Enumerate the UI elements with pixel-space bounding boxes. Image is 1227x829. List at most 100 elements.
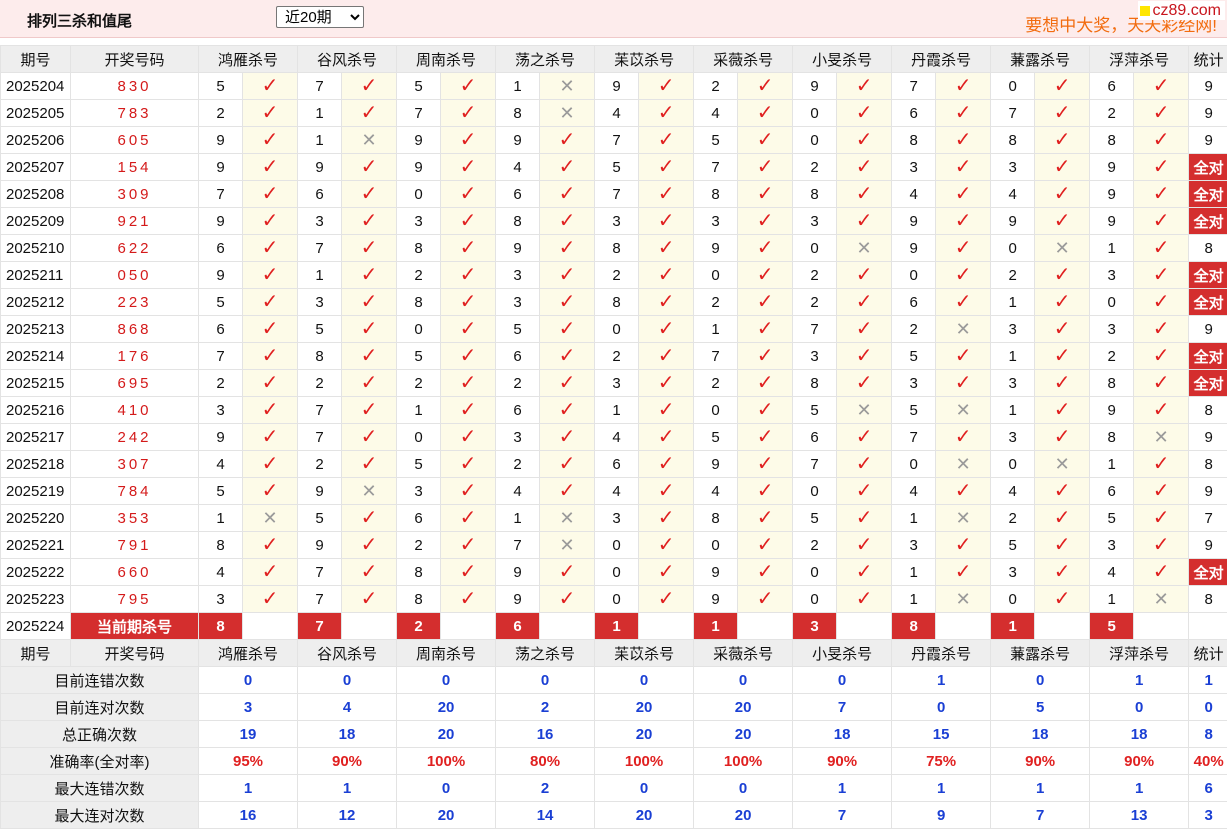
issue-cell: 2025223 (1, 586, 71, 613)
kill-number-cell: 4 (199, 559, 243, 586)
result-mark-cell: ✓ (1134, 451, 1189, 478)
result-mark-cell: ✓ (441, 127, 496, 154)
current-kill-number: 5 (1090, 613, 1134, 640)
result-mark-cell: ✓ (837, 154, 892, 181)
stats-value: 14 (496, 802, 595, 829)
kill-number-cell: 0 (793, 100, 837, 127)
result-mark-cell: ✓ (342, 181, 397, 208)
result-mark-cell: ✓ (1035, 343, 1090, 370)
stats-value: 20 (397, 802, 496, 829)
result-mark-cell: ✕ (936, 586, 991, 613)
check-icon: ✓ (1054, 345, 1071, 367)
brand-badge[interactable]: cz89.com (1138, 1, 1225, 20)
col-header-issue: 期号 (1, 46, 71, 73)
result-mark-cell: ✓ (342, 235, 397, 262)
table-row: 20252099219✓3✓3✓8✓3✓3✓3✓9✓9✓9✓全对 (1, 208, 1227, 235)
result-mark-cell: ✓ (837, 289, 892, 316)
check-icon: ✓ (460, 102, 477, 124)
check-icon: ✓ (757, 561, 774, 583)
result-mark-cell: ✓ (738, 316, 793, 343)
kill-number-cell: 8 (595, 289, 639, 316)
issue-cell: 2025217 (1, 424, 71, 451)
check-icon: ✓ (1054, 507, 1071, 529)
kill-number-cell: 0 (793, 478, 837, 505)
result-mark-cell: ✕ (540, 532, 595, 559)
result-mark-cell: ✓ (540, 370, 595, 397)
result-mark-cell: ✓ (1134, 559, 1189, 586)
check-icon: ✓ (1054, 372, 1071, 394)
stats-value: 20 (397, 694, 496, 721)
check-icon: ✓ (559, 210, 576, 232)
result-mark-cell: ✓ (441, 208, 496, 235)
kill-number-cell: 2 (595, 262, 639, 289)
col-header-draw: 开奖号码 (71, 46, 199, 73)
col-header-expert: 浮萍杀号 (1090, 46, 1189, 73)
kill-number-cell: 2 (496, 370, 540, 397)
check-icon: ✓ (757, 291, 774, 313)
kill-number-cell: 6 (1090, 478, 1134, 505)
current-kill-number: 1 (694, 613, 738, 640)
result-mark-cell: ✓ (837, 208, 892, 235)
kill-number-cell: 1 (892, 586, 936, 613)
result-mark-cell: ✓ (342, 316, 397, 343)
result-mark-cell: ✓ (540, 424, 595, 451)
check-icon: ✓ (955, 129, 972, 151)
kill-number-cell: 5 (397, 73, 441, 100)
kill-number-cell: 8 (991, 127, 1035, 154)
check-icon: ✓ (262, 291, 279, 313)
kill-number-cell: 7 (298, 235, 342, 262)
stats-total: 0 (1189, 694, 1227, 721)
kill-number-cell: 1 (595, 397, 639, 424)
kill-number-cell: 3 (1090, 262, 1134, 289)
result-mark-cell: ✓ (540, 559, 595, 586)
kill-number-cell: 0 (892, 262, 936, 289)
cross-icon: ✕ (560, 103, 575, 123)
result-mark-cell: ✓ (540, 478, 595, 505)
result-mark-cell: ✓ (243, 532, 298, 559)
check-icon: ✓ (658, 129, 675, 151)
stats-value: 20 (397, 721, 496, 748)
check-icon: ✓ (757, 75, 774, 97)
result-mark-cell: ✓ (837, 505, 892, 532)
kill-number-cell: 8 (595, 235, 639, 262)
check-icon: ✓ (955, 480, 972, 502)
cross-icon: ✕ (262, 508, 277, 528)
kill-number-cell: 2 (397, 370, 441, 397)
result-mark-cell: ✓ (342, 586, 397, 613)
result-mark-cell: ✓ (243, 262, 298, 289)
draw-number-cell: 868 (71, 316, 199, 343)
table-header-row: 期号开奖号码鸿雁杀号谷风杀号周南杀号荡之杀号苿苡杀号采薇杀号小旻杀号丹霞杀号蒹露… (1, 46, 1227, 73)
kill-number-cell: 7 (397, 100, 441, 127)
current-kill-row: 2025224当前期杀号8726113815 (1, 613, 1227, 640)
result-mark-cell: ✓ (936, 73, 991, 100)
cross-icon: ✕ (956, 589, 971, 609)
result-mark-cell: ✓ (540, 181, 595, 208)
result-mark-cell: ✓ (1035, 316, 1090, 343)
result-mark-cell: ✓ (837, 73, 892, 100)
check-icon: ✓ (1054, 102, 1071, 124)
result-mark-cell: ✓ (837, 316, 892, 343)
kill-number-cell: 2 (793, 289, 837, 316)
result-mark-cell: ✓ (639, 100, 694, 127)
kill-number-cell: 3 (595, 370, 639, 397)
check-icon: ✓ (1054, 210, 1071, 232)
kill-number-cell: 8 (199, 532, 243, 559)
result-mark-cell: ✕ (837, 235, 892, 262)
result-mark-cell: ✓ (1134, 127, 1189, 154)
check-icon: ✓ (856, 453, 873, 475)
result-mark-cell: ✓ (1134, 370, 1189, 397)
row-total-cell: 9 (1189, 100, 1227, 127)
period-select[interactable]: 近20期 (276, 6, 364, 28)
table-row: 20252048305✓7✓5✓1✕9✓2✓9✓7✓0✓6✓9 (1, 73, 1227, 100)
stats-value: 100% (595, 748, 694, 775)
check-icon: ✓ (460, 264, 477, 286)
check-icon: ✓ (856, 372, 873, 394)
result-mark-cell: ✓ (837, 424, 892, 451)
check-icon: ✓ (856, 318, 873, 340)
check-icon: ✓ (1054, 534, 1071, 556)
result-mark-cell: ✓ (837, 100, 892, 127)
result-mark-cell: ✓ (243, 289, 298, 316)
result-mark-cell: ✓ (738, 478, 793, 505)
check-icon: ✓ (559, 237, 576, 259)
col-header-total: 统计 (1189, 640, 1227, 667)
